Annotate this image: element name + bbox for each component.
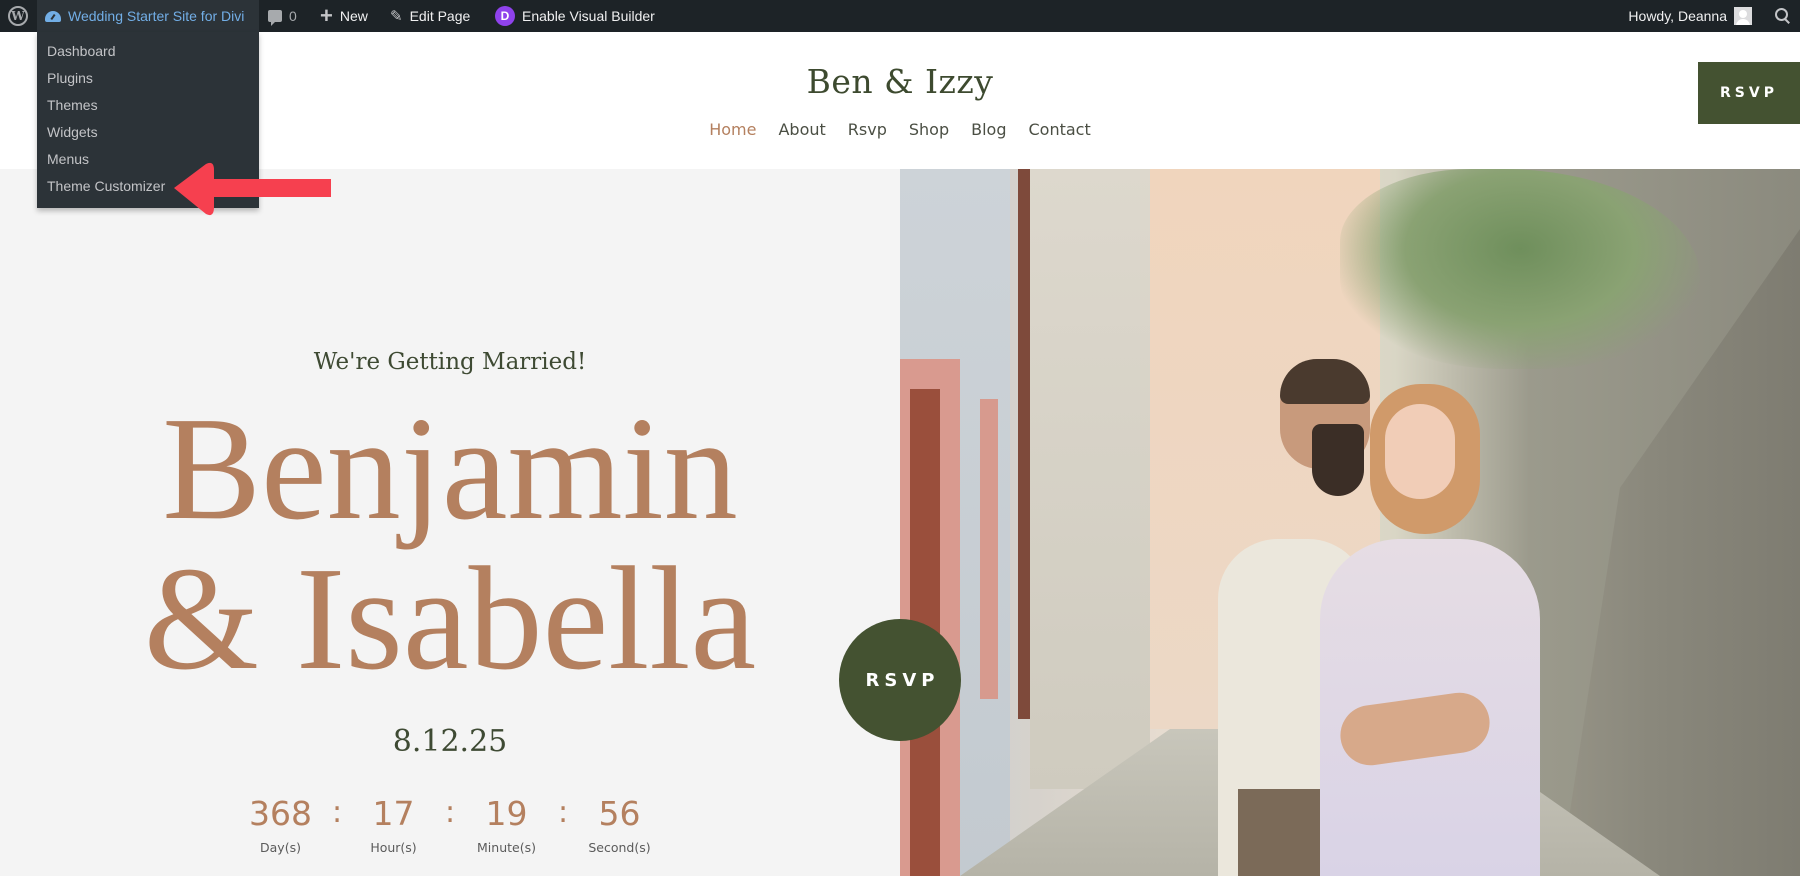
countdown-value: 368 bbox=[249, 794, 312, 833]
hero-couple-photo bbox=[900, 169, 1800, 876]
pencil-icon: ✎ bbox=[390, 8, 403, 25]
dropdown-item-dashboard[interactable]: Dashboard bbox=[37, 38, 259, 65]
enable-visual-builder-button[interactable]: D Enable Visual Builder bbox=[495, 0, 655, 32]
dropdown-item-themes[interactable]: Themes bbox=[37, 92, 259, 119]
edit-page-label: Edit Page bbox=[409, 8, 471, 24]
headline-line-2: & Isabella bbox=[143, 537, 757, 701]
hero-text-panel: We're Getting Married! Benjamin & Isabel… bbox=[0, 169, 900, 876]
dropdown-item-widgets[interactable]: Widgets bbox=[37, 119, 259, 146]
site-title[interactable]: Ben & Izzy bbox=[0, 62, 1800, 101]
headline-line-1: Benjamin bbox=[162, 387, 738, 551]
plus-icon: + bbox=[320, 3, 333, 28]
wp-menu-button[interactable]: W bbox=[6, 0, 30, 32]
main-nav: Home About Rsvp Shop Blog Contact bbox=[0, 120, 1800, 139]
site-name-label: Wedding Starter Site for Divi bbox=[68, 8, 245, 24]
nav-item-home[interactable]: Home bbox=[709, 120, 756, 139]
nav-item-contact[interactable]: Contact bbox=[1029, 120, 1091, 139]
admin-search-button[interactable] bbox=[1774, 0, 1792, 32]
hero-tagline: We're Getting Married! bbox=[313, 349, 587, 375]
comments-button[interactable]: 0 bbox=[268, 0, 297, 32]
countdown-separator: : bbox=[331, 795, 343, 830]
site-header: Ben & Izzy Home About Rsvp Shop Blog Con… bbox=[0, 32, 1800, 169]
dashboard-gauge-icon bbox=[45, 10, 61, 22]
countdown-separator: : bbox=[557, 795, 569, 830]
visual-builder-label: Enable Visual Builder bbox=[522, 8, 655, 24]
nav-item-about[interactable]: About bbox=[778, 120, 825, 139]
rsvp-circle-button[interactable]: RSVP bbox=[839, 619, 961, 741]
countdown-hours: 17 Hour(s) bbox=[349, 794, 439, 855]
avatar bbox=[1734, 7, 1752, 25]
countdown-value: 56 bbox=[598, 794, 641, 833]
nav-item-blog[interactable]: Blog bbox=[971, 120, 1006, 139]
countdown-value: 19 bbox=[485, 794, 528, 833]
new-content-button[interactable]: + New bbox=[320, 0, 368, 32]
countdown-label: Second(s) bbox=[588, 840, 651, 855]
photo-building-mid bbox=[1030, 169, 1150, 789]
photo-woman-face bbox=[1385, 404, 1455, 499]
wp-admin-bar: W Wedding Starter Site for Divi 0 + New … bbox=[0, 0, 1800, 32]
countdown-timer: 368 Day(s) : 17 Hour(s) : 19 Minute(s) :… bbox=[0, 794, 900, 855]
search-icon bbox=[1774, 7, 1792, 25]
countdown-label: Day(s) bbox=[260, 840, 301, 855]
howdy-label: Howdy, Deanna bbox=[1628, 8, 1727, 24]
annotation-arrow-icon bbox=[174, 162, 331, 216]
header-rsvp-button[interactable]: RSVP bbox=[1698, 62, 1800, 124]
site-name-menu[interactable]: Wedding Starter Site for Divi bbox=[37, 0, 259, 32]
countdown-minutes: 19 Minute(s) bbox=[462, 794, 552, 855]
nav-item-shop[interactable]: Shop bbox=[909, 120, 949, 139]
photo-man-beard bbox=[1312, 424, 1364, 496]
photo-drainpipe bbox=[1018, 169, 1030, 719]
hero-section: We're Getting Married! Benjamin & Isabel… bbox=[0, 169, 1800, 876]
comments-count: 0 bbox=[289, 8, 297, 24]
nav-item-rsvp[interactable]: Rsvp bbox=[848, 120, 887, 139]
edit-page-button[interactable]: ✎ Edit Page bbox=[390, 0, 470, 32]
countdown-value: 17 bbox=[372, 794, 415, 833]
countdown-label: Minute(s) bbox=[477, 840, 536, 855]
countdown-separator: : bbox=[444, 795, 456, 830]
countdown-seconds: 56 Second(s) bbox=[575, 794, 665, 855]
divi-logo-icon: D bbox=[495, 6, 515, 26]
wordpress-logo-icon: W bbox=[8, 6, 28, 26]
new-label: New bbox=[339, 8, 368, 24]
hero-headline: Benjamin & Isabella bbox=[0, 394, 900, 694]
countdown-label: Hour(s) bbox=[370, 840, 417, 855]
event-date: 8.12.25 bbox=[392, 724, 508, 759]
photo-man-trousers bbox=[1238, 789, 1328, 876]
arrow-shape bbox=[174, 162, 331, 216]
photo-window-frame bbox=[980, 399, 998, 699]
user-account-menu[interactable]: Howdy, Deanna bbox=[1628, 0, 1752, 32]
comment-icon bbox=[268, 10, 282, 26]
countdown-days: 368 Day(s) bbox=[236, 794, 326, 855]
photo-tree-foliage bbox=[1340, 169, 1700, 369]
dropdown-item-plugins[interactable]: Plugins bbox=[37, 65, 259, 92]
